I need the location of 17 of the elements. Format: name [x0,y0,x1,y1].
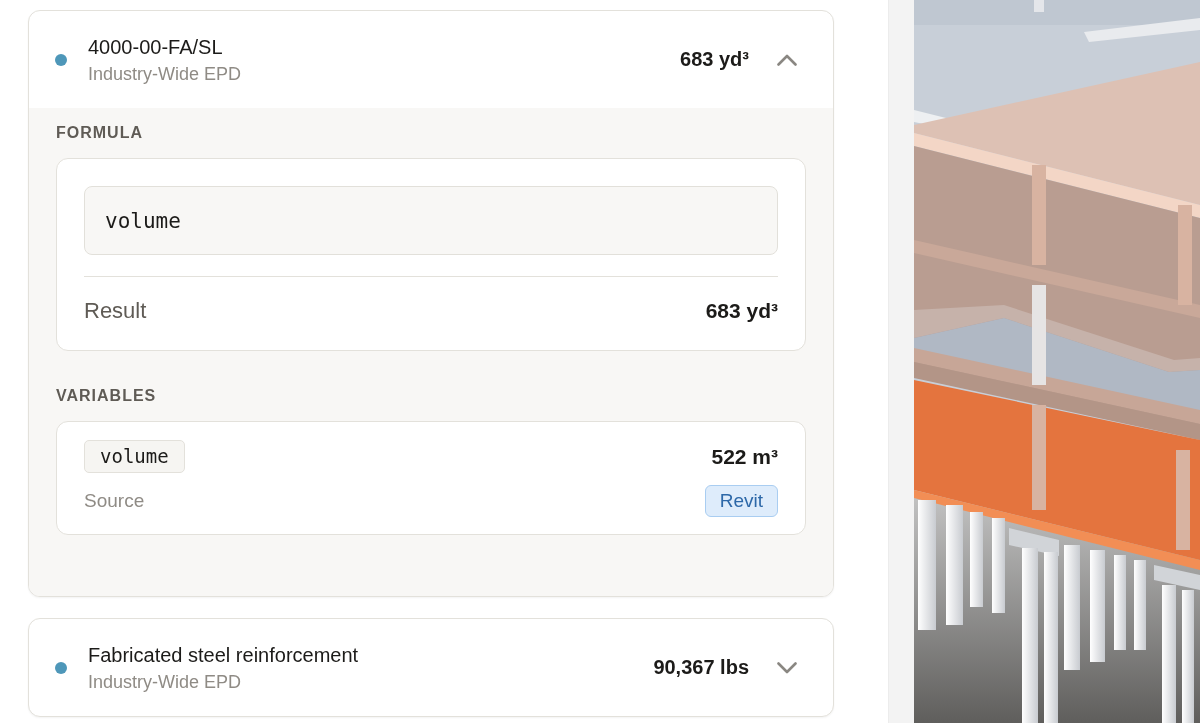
material-source: Industry-Wide EPD [88,62,242,86]
material-name: 4000-00-FA/SL [88,34,223,60]
material-quantity: 90,367 lbs [653,656,749,679]
material-quantity: 683 yd³ [680,48,749,71]
section-heading: FORMULA [56,123,143,143]
chevron-down-icon[interactable] [777,661,797,674]
result-label: Result [84,298,147,324]
formula-field[interactable]: volume [84,186,778,255]
material-name: Fabricated steel reinforcement [88,642,359,668]
variable-name-tag: volume [84,440,185,473]
source-tag: Revit [704,485,778,517]
chevron-up-icon[interactable] [777,53,797,66]
variable-value: 522 m³ [711,444,778,469]
source-label: Source [84,490,145,512]
result-value: 683 yd³ [705,298,778,324]
section-heading: VARIABLES [56,386,157,406]
material-source: Industry-Wide EPD [88,670,242,694]
